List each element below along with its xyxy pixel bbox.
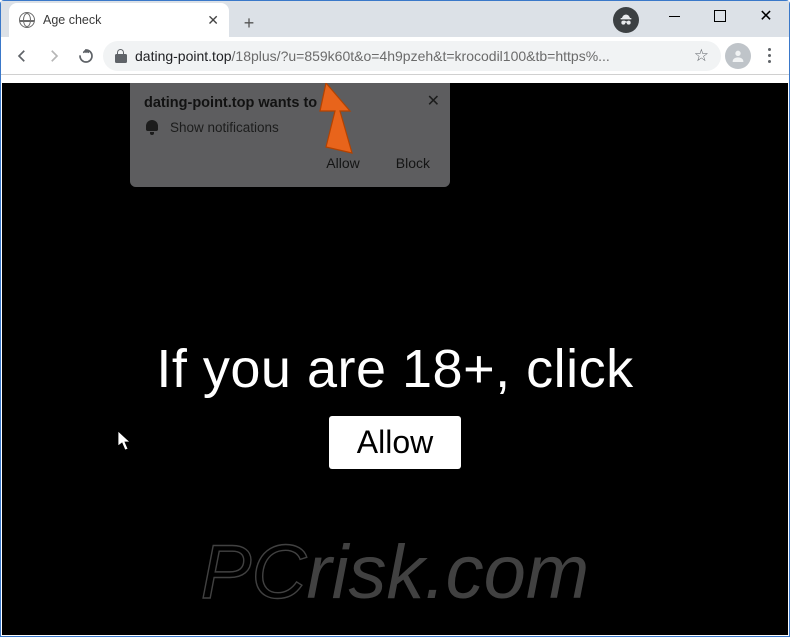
- bell-icon: [144, 119, 160, 135]
- lock-icon: [115, 49, 127, 63]
- notification-allow-button[interactable]: Allow: [320, 151, 365, 175]
- tab-title: Age check: [43, 13, 101, 27]
- forward-button[interactable]: [39, 41, 69, 71]
- window-minimize-button[interactable]: [651, 1, 697, 31]
- globe-icon: [19, 12, 35, 28]
- reload-button[interactable]: [71, 41, 101, 71]
- incognito-icon[interactable]: [613, 7, 639, 33]
- tab-close-button[interactable]: ✕: [207, 12, 219, 29]
- url-path: /18plus/?u=859k60t&o=4h9pzeh&t=krocodil1…: [232, 48, 610, 64]
- page-allow-button[interactable]: Allow: [329, 416, 461, 469]
- notification-title: dating-point.top wants to: [144, 95, 436, 111]
- back-button[interactable]: [7, 41, 37, 71]
- watermark: PCrisk.com: [2, 520, 788, 625]
- watermark-prefix: PC: [201, 530, 308, 615]
- browser-menu-button[interactable]: [755, 44, 783, 67]
- window-maximize-button[interactable]: [697, 1, 743, 31]
- notification-message: Show notifications: [170, 120, 279, 135]
- browser-tab-active[interactable]: Age check ✕: [9, 3, 229, 37]
- notification-close-button[interactable]: ✕: [427, 91, 440, 111]
- new-tab-button[interactable]: +: [235, 9, 263, 37]
- watermark-suffix: risk.com: [306, 530, 589, 615]
- page-heading: If you are 18+, click: [2, 338, 788, 400]
- window-close-button[interactable]: ✕: [743, 1, 789, 31]
- notification-permission-popup: dating-point.top wants to ✕ Show notific…: [130, 83, 450, 187]
- browser-toolbar: dating-point.top/18plus/?u=859k60t&o=4h9…: [1, 37, 789, 75]
- page-viewport: dating-point.top wants to ✕ Show notific…: [2, 83, 788, 635]
- address-bar[interactable]: dating-point.top/18plus/?u=859k60t&o=4h9…: [103, 41, 721, 71]
- url-domain: dating-point.top: [135, 48, 232, 64]
- bookmark-star-icon[interactable]: ☆: [694, 46, 709, 66]
- svg-text:PCrisk.com: PCrisk.com: [201, 530, 589, 615]
- notification-block-button[interactable]: Block: [390, 151, 436, 175]
- profile-avatar-icon[interactable]: [725, 43, 751, 69]
